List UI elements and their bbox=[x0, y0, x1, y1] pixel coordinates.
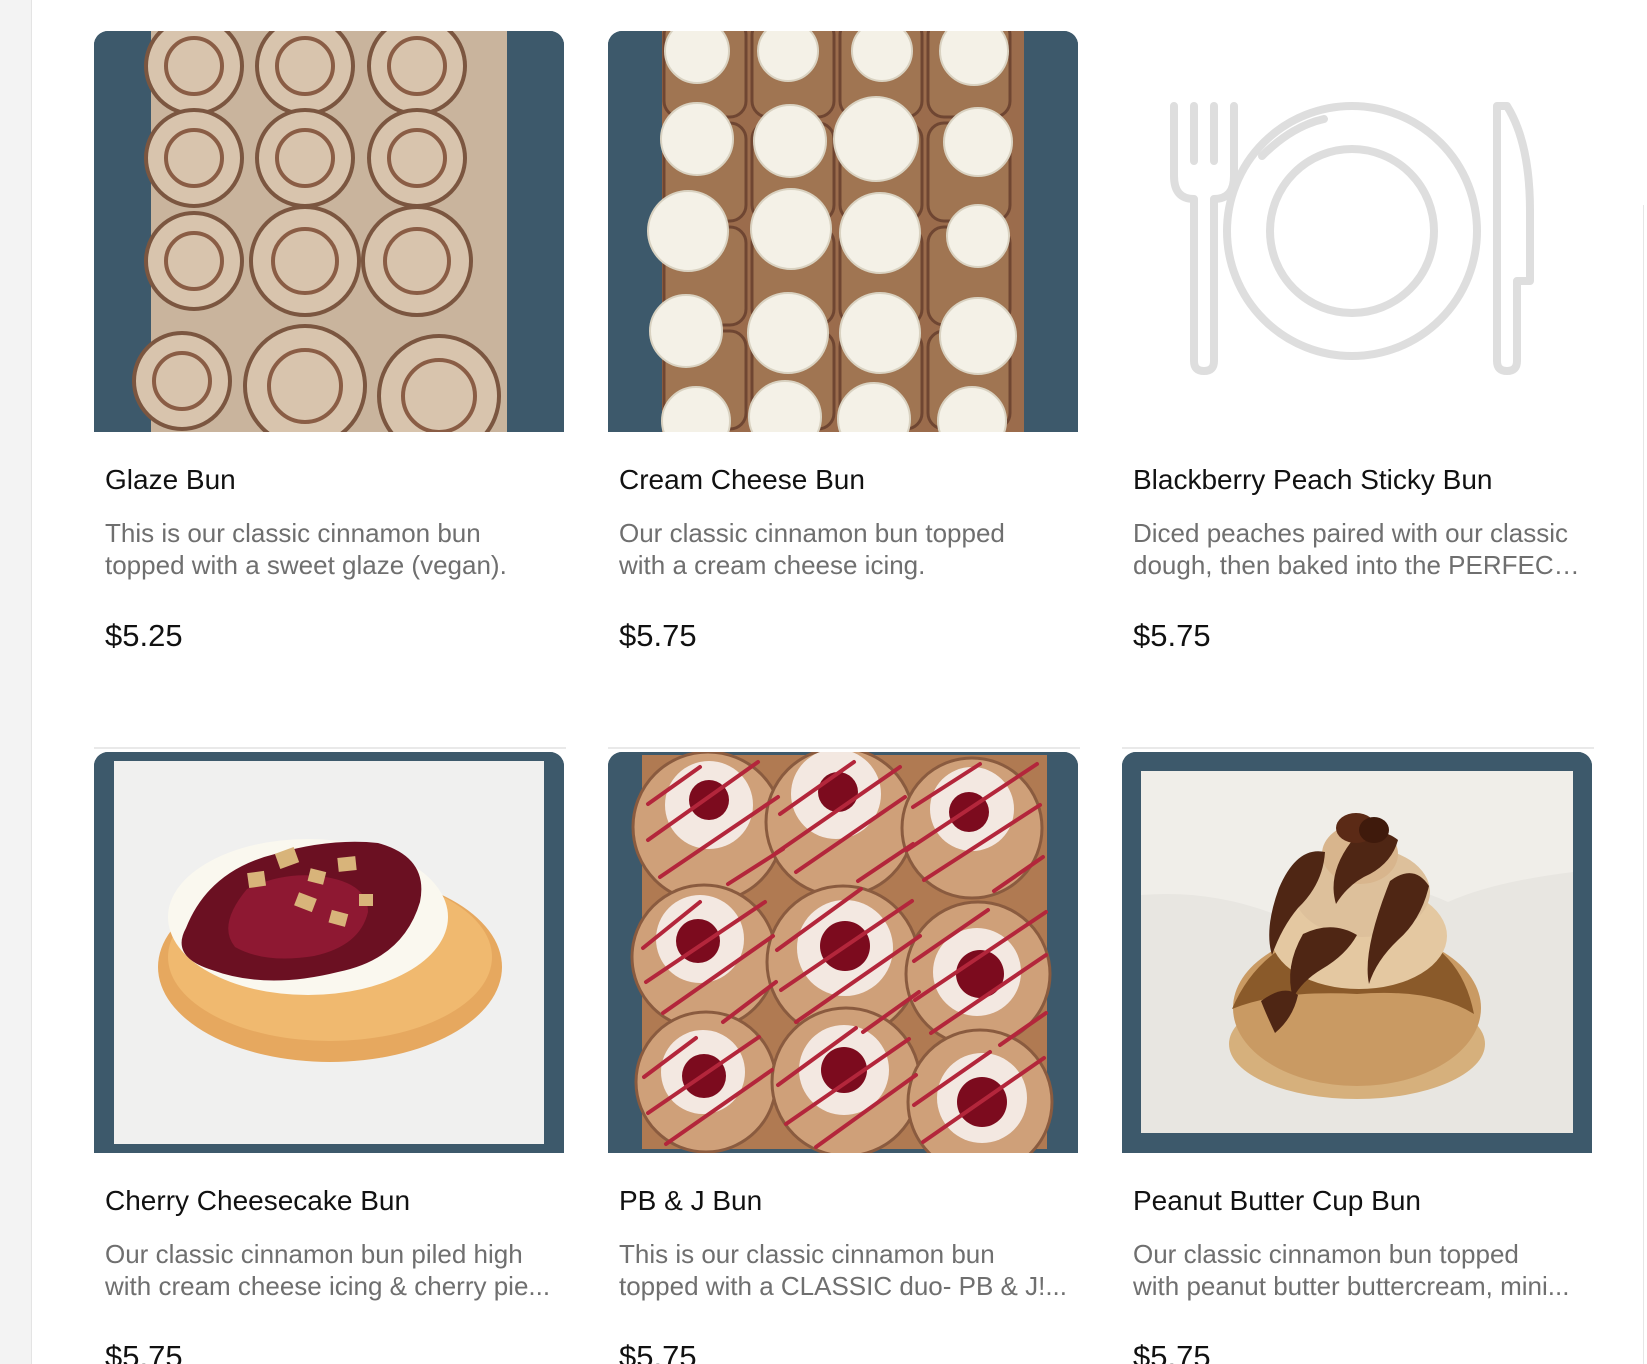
description-line: Diced peaches paired with our classic bbox=[1133, 518, 1568, 548]
scrollbar[interactable] bbox=[1643, 205, 1647, 1364]
description-line: Our classic cinnamon bun topped bbox=[1133, 1239, 1519, 1269]
menu-item-image[interactable] bbox=[1122, 752, 1592, 1153]
menu-item-title[interactable]: Peanut Butter Cup Bun bbox=[1133, 1184, 1421, 1218]
menu-item-image[interactable] bbox=[608, 752, 1078, 1153]
menu-item-description: This is our classic cinnamon bun topped … bbox=[619, 1238, 1069, 1302]
menu-item-description: This is our classic cinnamon bun topped … bbox=[105, 517, 555, 581]
description-line: topped with a CLASSIC duo- PB & J!... bbox=[619, 1271, 1068, 1301]
menu-item-title[interactable]: Cherry Cheesecake Bun bbox=[105, 1184, 410, 1218]
menu-item-title[interactable]: Blackberry Peach Sticky Bun bbox=[1133, 463, 1493, 497]
description-line: with cream cheese icing & cherry pie... bbox=[105, 1271, 551, 1301]
cinnamon-roll-grid-photo bbox=[94, 31, 564, 432]
description-line: This is our classic cinnamon bun bbox=[619, 1239, 995, 1269]
menu-item-price: $5.75 bbox=[105, 1339, 183, 1364]
menu-item-price: $5.75 bbox=[619, 618, 697, 653]
row-divider bbox=[1122, 747, 1594, 749]
menu-item-image[interactable] bbox=[94, 31, 564, 432]
menu-item-description: Our classic cinnamon bun piled high with… bbox=[105, 1238, 555, 1302]
description-line: topped with a sweet glaze (vegan). bbox=[105, 550, 507, 580]
menu-item-card-pb-and-j-bun[interactable]: PB & J Bun This is our classic cinnamon … bbox=[608, 752, 1078, 1364]
menu-item-price: $5.25 bbox=[105, 618, 183, 653]
menu-item-image[interactable] bbox=[94, 752, 564, 1153]
description-line: This is our classic cinnamon bun bbox=[105, 518, 481, 548]
menu-item-description: Our classic cinnamon bun topped with pea… bbox=[1133, 1238, 1583, 1302]
frosted-cinnamon-rolls-photo bbox=[608, 31, 1078, 432]
menu-item-image-placeholder[interactable] bbox=[1122, 31, 1592, 432]
menu-item-description: Our classic cinnamon bun topped with a c… bbox=[619, 517, 1069, 581]
menu-item-description: Diced peaches paired with our classic do… bbox=[1133, 517, 1583, 581]
cherry-cheesecake-bun-photo bbox=[94, 752, 564, 1153]
menu-item-title[interactable]: PB & J Bun bbox=[619, 1184, 762, 1218]
row-divider bbox=[94, 747, 566, 749]
row-divider bbox=[608, 747, 1080, 749]
description-line: dough, then baked into the PERFECT... bbox=[1133, 550, 1583, 580]
menu-item-image[interactable] bbox=[608, 31, 1078, 432]
pbj-buns-photo bbox=[608, 752, 1078, 1153]
menu-item-price: $5.75 bbox=[619, 1339, 697, 1364]
menu-item-card-cream-cheese-bun[interactable]: Cream Cheese Bun Our classic cinnamon bu… bbox=[608, 31, 1078, 681]
left-page-gutter bbox=[0, 0, 32, 1364]
menu-page: Glaze Bun This is our classic cinnamon b… bbox=[0, 0, 1647, 1364]
menu-item-title[interactable]: Cream Cheese Bun bbox=[619, 463, 865, 497]
menu-item-card-peanut-butter-cup-bun[interactable]: Peanut Butter Cup Bun Our classic cinnam… bbox=[1122, 752, 1592, 1364]
menu-item-card-cherry-cheesecake-bun[interactable]: Cherry Cheesecake Bun Our classic cinnam… bbox=[94, 752, 564, 1364]
menu-item-price: $5.75 bbox=[1133, 1339, 1211, 1364]
plate-fork-knife-placeholder-icon bbox=[1170, 102, 1534, 375]
description-line: Our classic cinnamon bun piled high bbox=[105, 1239, 523, 1269]
menu-item-card-blackberry-peach-sticky-bun[interactable]: Blackberry Peach Sticky Bun Diced peache… bbox=[1122, 31, 1592, 681]
menu-item-price: $5.75 bbox=[1133, 618, 1211, 653]
peanut-butter-cup-bun-photo bbox=[1122, 752, 1592, 1153]
menu-item-card-glaze-bun[interactable]: Glaze Bun This is our classic cinnamon b… bbox=[94, 31, 564, 681]
menu-item-title[interactable]: Glaze Bun bbox=[105, 463, 236, 497]
description-line: Our classic cinnamon bun topped bbox=[619, 518, 1005, 548]
description-line: with peanut butter buttercream, mini... bbox=[1133, 1271, 1570, 1301]
description-line: with a cream cheese icing. bbox=[619, 550, 926, 580]
